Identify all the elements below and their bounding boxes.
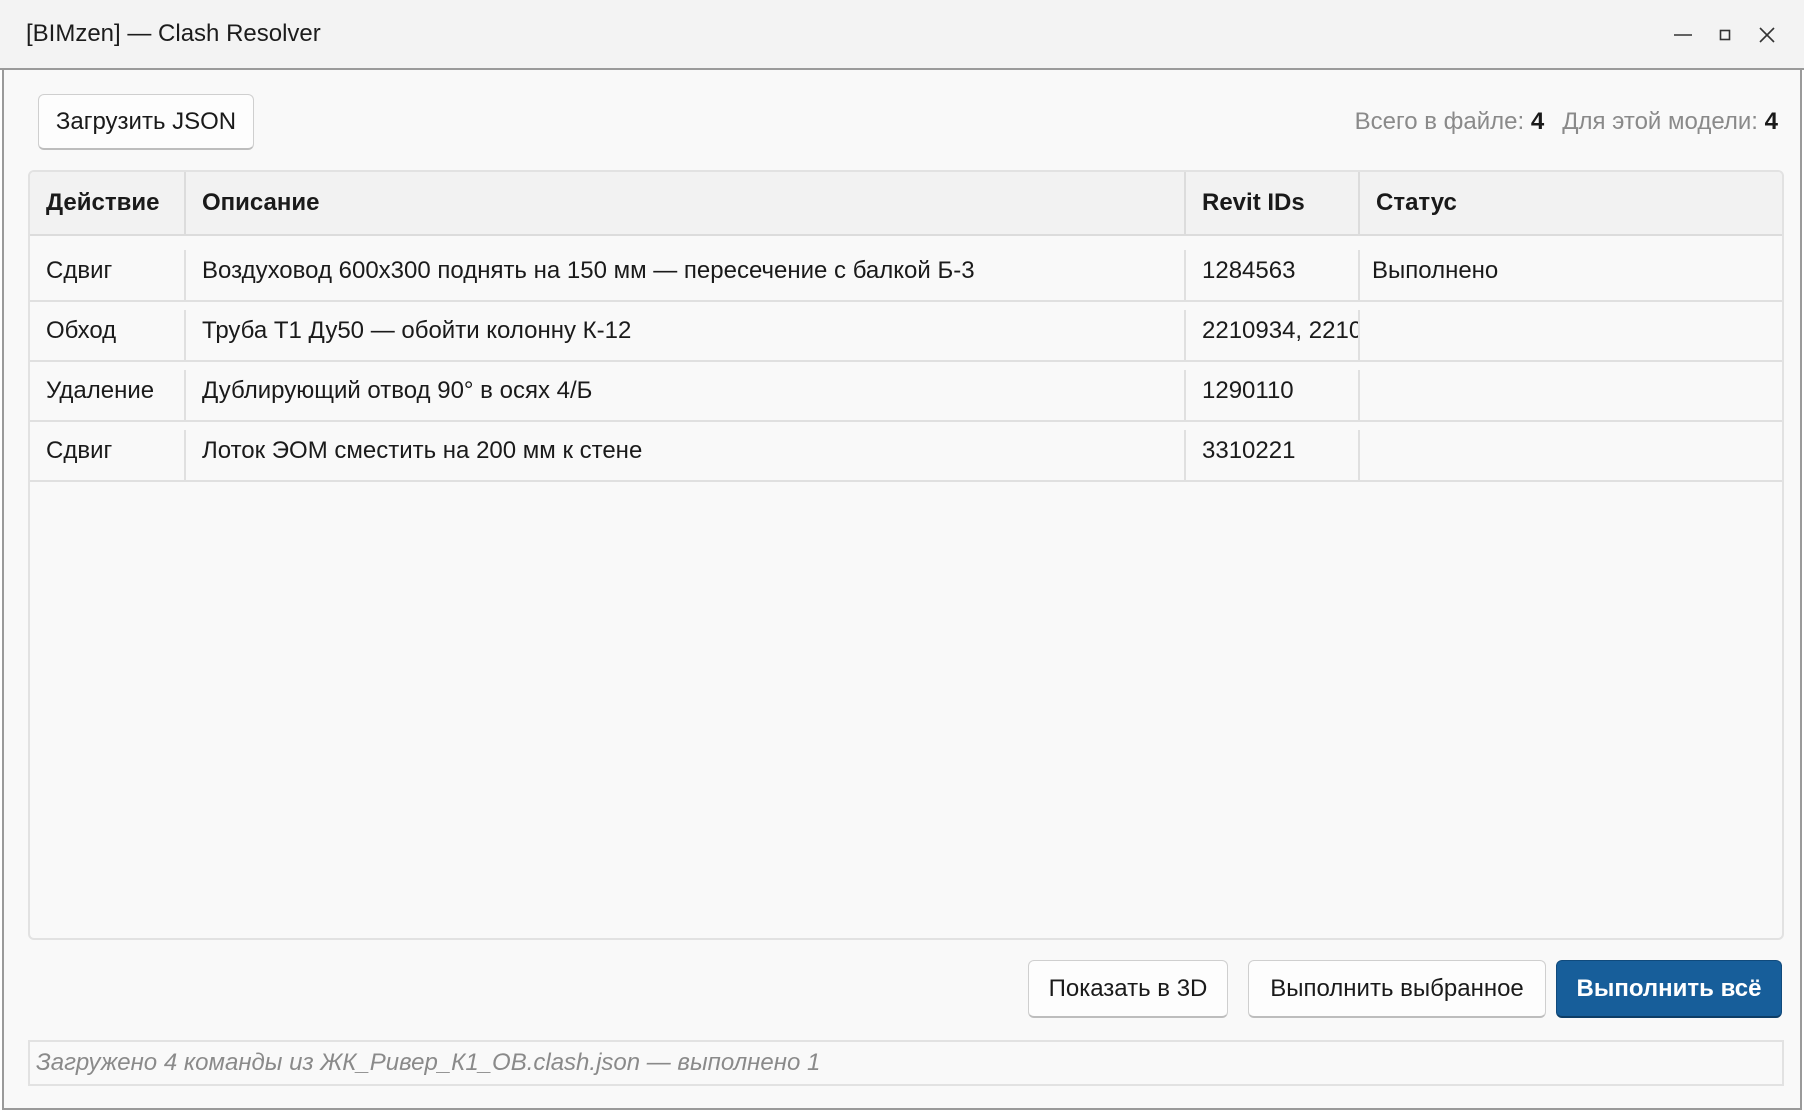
table-row[interactable]: Обход Труба Т1 Ду50 — обойти колонну К-1… (30, 302, 1782, 362)
column-header-action[interactable]: Действие (30, 172, 186, 234)
column-header-status[interactable]: Статус (1360, 172, 1782, 234)
title-bar[interactable]: [BIMzen] — Clash Resolver (0, 0, 1804, 70)
window-title: [BIMzen] — Clash Resolver (26, 20, 321, 47)
maximize-icon (1719, 29, 1731, 41)
total-count-label: Всего в файле: (1354, 108, 1525, 135)
cell-revit-ids: 3310221 (1202, 437, 1296, 464)
command-counts: Всего в файле: 4 Для этой модели: 4 (1355, 108, 1778, 136)
table-row[interactable]: Сдвиг Лоток ЭОМ сместить на 200 мм к сте… (30, 422, 1782, 482)
app-window: [BIMzen] — Clash Resolver Загрузить JSON… (0, 0, 1804, 1112)
cell-revit-ids: 1290110 (1202, 377, 1294, 404)
model-count-label: Для этой модели: (1562, 108, 1758, 135)
model-count-value: 4 (1764, 108, 1778, 135)
cell-description: Воздуховод 600x300 поднять на 150 мм — п… (202, 257, 975, 284)
close-icon (1759, 27, 1775, 43)
status-text: Загружено 4 команды из ЖК_Ривер_К1_ОВ.cl… (36, 1049, 821, 1076)
cell-status (1360, 302, 1782, 360)
close-button[interactable] (1746, 14, 1788, 56)
cell-status (1360, 422, 1782, 480)
minimize-button[interactable] (1662, 14, 1704, 56)
total-count-value: 4 (1530, 108, 1545, 135)
column-header-revit-ids[interactable]: Revit IDs (1186, 172, 1360, 234)
status-bar: Загружено 4 команды из ЖК_Ривер_К1_ОВ.cl… (28, 1040, 1784, 1086)
minimize-icon (1674, 34, 1692, 36)
cell-status: Выполнено (1372, 257, 1499, 284)
table-header: Действие Описание Revit IDs Статус (30, 172, 1782, 236)
commands-table[interactable]: Действие Описание Revit IDs Статус Сдвиг… (28, 170, 1784, 940)
show-in-3d-button[interactable]: Показать в 3D (1028, 960, 1228, 1018)
cell-action: Удаление (46, 377, 155, 404)
cell-description: Труба Т1 Ду50 — обойти колонну К-12 (202, 317, 632, 344)
main-panel: Загрузить JSON Всего в файле: 4 Для этой … (2, 70, 1802, 1110)
maximize-button[interactable] (1704, 14, 1746, 56)
table-row[interactable]: Сдвиг Воздуховод 600x300 поднять на 150 … (30, 242, 1782, 302)
table-body: Сдвиг Воздуховод 600x300 поднять на 150 … (30, 242, 1782, 482)
run-all-button[interactable]: Выполнить всё (1556, 960, 1782, 1018)
cell-description: Лоток ЭОМ сместить на 200 мм к стене (202, 437, 643, 464)
cell-revit-ids: 1284563 (1202, 257, 1296, 284)
cell-description: Дублирующий отвод 90° в осях 4/Б (202, 377, 593, 404)
cell-status (1360, 362, 1782, 420)
cell-revit-ids: 2210934, 22109 (1202, 317, 1360, 344)
load-json-button[interactable]: Загрузить JSON (38, 94, 254, 150)
table-row[interactable]: Удаление Дублирующий отвод 90° в осях 4/… (30, 362, 1782, 422)
cell-action: Сдвиг (46, 437, 113, 464)
cell-action: Сдвиг (46, 257, 113, 284)
cell-action: Обход (46, 317, 117, 344)
run-selected-button[interactable]: Выполнить выбранное (1248, 960, 1546, 1018)
column-header-description[interactable]: Описание (186, 172, 1186, 234)
